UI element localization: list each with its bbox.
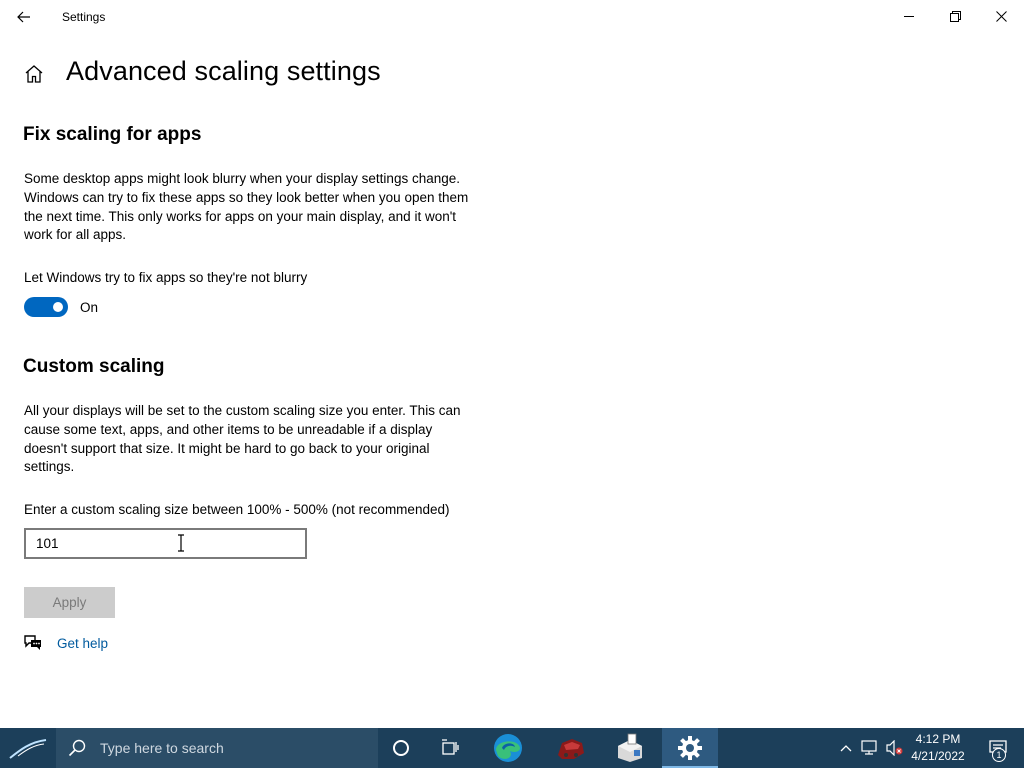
get-help-link[interactable]: Get help: [57, 636, 108, 651]
search-placeholder: Type here to search: [100, 740, 224, 756]
settings-gear-icon: [678, 736, 702, 760]
chevron-up-icon: [840, 745, 852, 752]
toggle-state-text: On: [80, 300, 99, 315]
file-manager-icon: [618, 733, 642, 762]
cortana-icon: [393, 740, 409, 756]
minimize-icon: [903, 15, 914, 17]
task-view-button[interactable]: [422, 728, 478, 768]
home-button[interactable]: [23, 63, 45, 85]
edge-app-button[interactable]: [480, 728, 536, 768]
fix-scaling-description: Some desktop apps might look blurry when…: [24, 171, 469, 243]
tray-overflow-button[interactable]: [836, 738, 856, 758]
start-button[interactable]: [0, 728, 56, 768]
title-bar: Settings: [0, 0, 1024, 34]
restore-icon: [949, 10, 961, 22]
file-manager-app-button[interactable]: [602, 728, 658, 768]
close-button[interactable]: [978, 0, 1024, 32]
fix-apps-toggle-label: Let Windows try to fix apps so they're n…: [24, 270, 308, 285]
custom-scaling-description: All your displays will be set to the cus…: [24, 403, 461, 475]
minimize-button[interactable]: [886, 0, 932, 32]
game-app-icon: [558, 739, 584, 759]
edge-icon: [494, 734, 522, 762]
window-title: Settings: [62, 10, 106, 24]
custom-scaling-heading: Custom scaling: [23, 356, 165, 377]
notification-count-badge: 1: [992, 748, 1006, 762]
custom-scaling-input[interactable]: [24, 528, 307, 559]
clock-date: 4/21/2022: [911, 749, 965, 763]
restore-button[interactable]: [932, 0, 978, 32]
get-help-icon: [23, 633, 43, 653]
taskbar-clock[interactable]: 4:12 PM 4/21/2022: [904, 731, 972, 765]
network-icon: [861, 740, 877, 755]
settings-app-button[interactable]: [662, 728, 718, 768]
volume-muted-icon: [886, 740, 903, 756]
volume-tray-button[interactable]: [884, 738, 904, 758]
back-button[interactable]: [8, 2, 40, 32]
toggle-knob: [53, 302, 63, 312]
taskbar: Type here to search 4:12 PM 4/21/2022 1: [0, 728, 1024, 768]
search-icon: [68, 739, 86, 757]
page-title: Advanced scaling settings: [66, 56, 381, 86]
taskbar-search-box[interactable]: Type here to search: [56, 728, 378, 768]
network-tray-button[interactable]: [860, 738, 880, 758]
apply-button[interactable]: Apply: [24, 587, 115, 618]
game-app-button[interactable]: [542, 728, 598, 768]
cortana-button[interactable]: [373, 728, 429, 768]
custom-scaling-input-label: Enter a custom scaling size between 100%…: [24, 502, 450, 517]
fix-scaling-heading: Fix scaling for apps: [23, 124, 202, 145]
start-logo-icon: [9, 739, 47, 759]
back-arrow-icon: [17, 11, 30, 23]
close-icon: [995, 10, 1007, 22]
home-icon: [25, 65, 43, 83]
fix-apps-toggle[interactable]: [24, 297, 68, 317]
task-view-icon: [442, 739, 459, 755]
clock-time: 4:12 PM: [915, 732, 961, 746]
